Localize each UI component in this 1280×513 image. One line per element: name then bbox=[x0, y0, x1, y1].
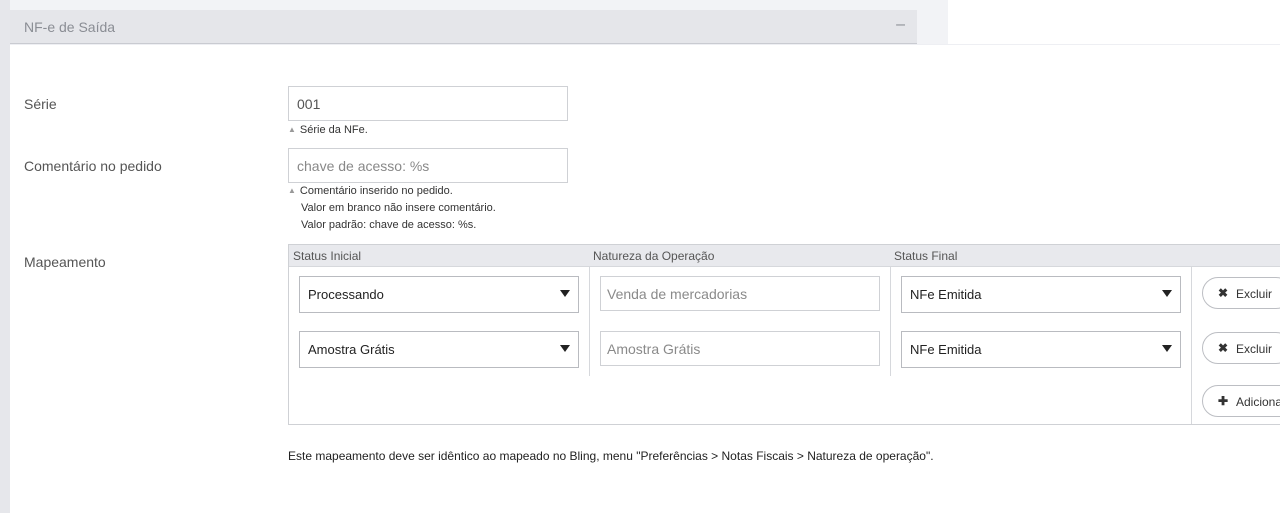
mapping-note: Este mapeamento deve ser idêntico ao map… bbox=[288, 449, 934, 463]
left-strip bbox=[0, 0, 10, 513]
status-final-value: NFe Emitida bbox=[910, 342, 982, 357]
mapeamento-label: Mapeamento bbox=[24, 254, 106, 270]
serie-input[interactable] bbox=[288, 86, 568, 121]
excluir-button-label: Excluir bbox=[1236, 342, 1273, 356]
mapping-table-header: Status Inicial Natureza da Operação Stat… bbox=[289, 245, 1280, 267]
hint-triangle-icon: ▲ bbox=[288, 125, 296, 134]
chevron-down-icon bbox=[560, 345, 570, 352]
status-final-select[interactable]: NFe Emitida bbox=[901, 276, 1181, 313]
close-icon: ✖ bbox=[1218, 286, 1229, 300]
section-title: NF-e de Saída bbox=[24, 19, 116, 35]
serie-hint: ▲ Série da NFe. bbox=[288, 121, 368, 139]
comentario-label: Comentário no pedido bbox=[24, 158, 162, 174]
top-band-right bbox=[948, 0, 1280, 44]
natureza-operacao-input[interactable] bbox=[600, 331, 880, 366]
serie-hint-text: Série da NFe. bbox=[299, 124, 368, 136]
collapse-icon[interactable]: – bbox=[896, 16, 905, 34]
adicionar-button[interactable]: ✚ Adicionar bbox=[1202, 385, 1280, 417]
excluir-button[interactable]: ✖ Excluir bbox=[1202, 332, 1280, 364]
comentario-hint-line-3: Valor padrão: chave de acesso: %s. bbox=[301, 219, 477, 231]
status-inicial-select[interactable]: Processando bbox=[299, 276, 579, 313]
comentario-hint: ▲ Comentário inserido no pedido. Valor em… bbox=[288, 182, 496, 234]
excluir-button-label: Excluir bbox=[1236, 287, 1273, 301]
close-icon: ✖ bbox=[1218, 341, 1229, 355]
col-status-inicial: Status Inicial bbox=[293, 249, 362, 263]
natureza-operacao-input[interactable] bbox=[600, 276, 880, 311]
hint-triangle-icon: ▲ bbox=[288, 186, 296, 195]
adicionar-button-label: Adicionar bbox=[1236, 395, 1280, 409]
status-inicial-select[interactable]: Amostra Grátis bbox=[299, 331, 579, 368]
chevron-down-icon bbox=[560, 290, 570, 297]
status-inicial-value: Amostra Grátis bbox=[308, 342, 395, 357]
column-divider bbox=[589, 266, 590, 376]
col-natureza-operacao: Natureza da Operação bbox=[593, 249, 715, 263]
mapping-table: Status Inicial Natureza da Operação Stat… bbox=[288, 244, 1280, 425]
comentario-hint-line-2: Valor em branco não insere comentário. bbox=[301, 202, 496, 214]
status-final-value: NFe Emitida bbox=[910, 287, 982, 302]
plus-icon: ✚ bbox=[1218, 394, 1229, 408]
comentario-hint-line-1: Comentário inserido no pedido. bbox=[299, 185, 453, 197]
excluir-button[interactable]: ✖ Excluir bbox=[1202, 277, 1280, 309]
status-inicial-value: Processando bbox=[308, 287, 384, 302]
serie-label: Série bbox=[24, 96, 57, 112]
chevron-down-icon bbox=[1162, 290, 1172, 297]
chevron-down-icon bbox=[1162, 345, 1172, 352]
column-divider bbox=[890, 266, 891, 376]
column-divider bbox=[1191, 266, 1192, 424]
col-status-final: Status Final bbox=[894, 249, 958, 263]
comentario-input[interactable] bbox=[288, 148, 568, 183]
status-final-select[interactable]: NFe Emitida bbox=[901, 331, 1181, 368]
section-header[interactable]: NF-e de Saída – bbox=[10, 10, 917, 44]
